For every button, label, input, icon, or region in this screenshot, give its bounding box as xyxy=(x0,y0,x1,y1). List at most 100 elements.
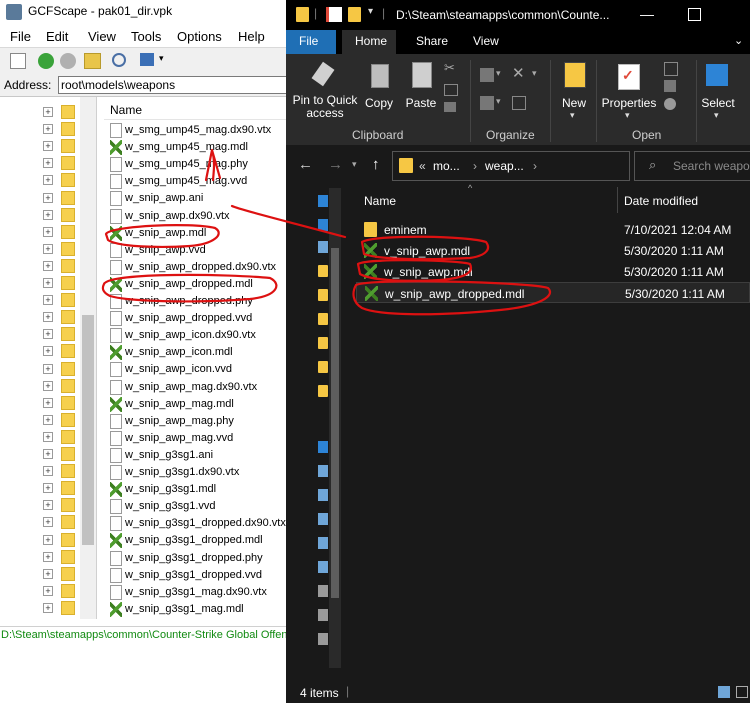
list-item[interactable]: w_snip_awp_mag.dx90.vtx xyxy=(104,379,300,396)
expand-icon[interactable]: + xyxy=(43,397,53,408)
expand-icon[interactable]: + xyxy=(43,568,53,579)
pin-to-quick-access-button[interactable]: Pin to Quick access xyxy=(292,60,358,122)
paste-button[interactable]: Paste xyxy=(402,60,440,122)
properties-check-icon[interactable] xyxy=(326,7,342,22)
details-view-icon[interactable] xyxy=(718,686,730,698)
list-item[interactable]: w_smg_ump45_mag.phy xyxy=(104,156,300,173)
list-item[interactable]: w_snip_awp_dropped.mdl xyxy=(104,276,300,293)
list-item[interactable]: w_snip_g3sg1_mag.mdl xyxy=(104,601,300,618)
expand-ribbon-icon[interactable]: ⌄ xyxy=(734,34,743,47)
column-separator[interactable] xyxy=(617,187,618,213)
pc-item-icon-2[interactable] xyxy=(318,489,328,501)
address-input[interactable]: root\models\weapons xyxy=(58,76,292,94)
list-item[interactable]: w_snip_awp_mag.phy xyxy=(104,413,300,430)
view-mode-icon[interactable] xyxy=(140,53,154,66)
open-icon[interactable] xyxy=(664,62,678,76)
column-header-date-modified[interactable]: Date modified xyxy=(624,194,698,208)
tab-view[interactable]: View xyxy=(473,34,499,48)
menu-help[interactable]: Help xyxy=(238,29,265,44)
expand-icon[interactable]: + xyxy=(43,466,53,477)
expand-icon[interactable]: + xyxy=(43,517,53,528)
breadcrumb-weapons[interactable]: weap... xyxy=(485,159,524,173)
paste-shortcut-icon[interactable] xyxy=(444,102,456,112)
list-item[interactable]: w_snip_awp.mdl 5/30/2020 1:11 AM xyxy=(356,261,750,282)
nav-folder-icon-4[interactable] xyxy=(318,337,328,349)
expand-icon[interactable]: + xyxy=(43,329,53,340)
copy-to-chevron-icon[interactable]: ▾ xyxy=(496,96,501,107)
list-item[interactable]: w_snip_awp_mag.vvd xyxy=(104,430,300,447)
tree-scrollbar-thumb[interactable] xyxy=(82,315,94,545)
quick-access-icon[interactable] xyxy=(318,195,328,207)
expand-icon[interactable]: + xyxy=(43,107,53,117)
list-item[interactable]: w_snip_g3sg1.dx90.vtx xyxy=(104,464,300,481)
list-item[interactable]: w_snip_awp.ani xyxy=(104,190,300,207)
open-file-icon[interactable] xyxy=(10,53,26,69)
list-item[interactable]: v_snip_awp.mdl 5/30/2020 1:11 AM xyxy=(356,240,750,261)
menu-view[interactable]: View xyxy=(88,29,116,44)
drive-icon-3[interactable] xyxy=(318,633,328,645)
expand-icon[interactable]: + xyxy=(43,500,53,511)
list-item[interactable]: w_snip_g3sg1_dropped.vvd xyxy=(104,567,300,584)
nav-folder-icon-1[interactable] xyxy=(318,265,328,277)
pc-item-icon-1[interactable] xyxy=(318,465,328,477)
nav-folder-icon-2[interactable] xyxy=(318,289,328,301)
expand-icon[interactable]: + xyxy=(43,295,53,306)
breadcrumb-overflow[interactable]: « xyxy=(419,159,426,173)
desktop-icon[interactable] xyxy=(318,219,328,231)
address-bar[interactable]: « mo... › weap... › xyxy=(392,151,630,181)
new-folder-button[interactable]: New ▾ xyxy=(556,58,592,124)
back-arrow-icon[interactable]: ← xyxy=(298,156,313,173)
copy-path-icon[interactable] xyxy=(444,84,458,96)
properties-button[interactable]: ✓ Properties ▾ xyxy=(600,58,658,124)
navigation-pane-scrollbar[interactable] xyxy=(329,188,341,668)
this-pc-icon[interactable] xyxy=(318,441,328,453)
list-item[interactable]: w_snip_g3sg1_dropped.dx90.vtx xyxy=(104,515,300,532)
list-item[interactable]: w_snip_g3sg1_mag.dx90.vtx xyxy=(104,584,300,601)
forward-arrow-icon[interactable]: → xyxy=(328,156,343,173)
expand-icon[interactable]: + xyxy=(43,551,53,562)
expand-icon[interactable]: + xyxy=(43,602,53,613)
downloads-icon[interactable] xyxy=(318,241,328,253)
list-item[interactable]: eminem 7/10/2021 12:04 AM xyxy=(356,219,750,240)
list-item[interactable]: w_snip_awp_icon.mdl xyxy=(104,344,300,361)
list-item[interactable]: w_snip_awp_icon.vvd xyxy=(104,361,300,378)
list-item[interactable]: w_snip_awp_dropped.dx90.vtx xyxy=(104,259,300,276)
expand-icon[interactable]: + xyxy=(43,209,53,220)
move-to-chevron-icon[interactable]: ▾ xyxy=(496,68,501,79)
expand-icon[interactable]: + xyxy=(43,380,53,391)
expand-icon[interactable]: + xyxy=(43,141,53,152)
minimize-icon[interactable]: — xyxy=(640,6,654,22)
list-item[interactable]: w_smg_ump45_mag.vvd xyxy=(104,173,300,190)
menu-edit[interactable]: Edit xyxy=(46,29,68,44)
expand-icon[interactable]: + xyxy=(43,312,53,323)
up-folder-icon[interactable] xyxy=(84,53,101,69)
nav-folder-icon-5[interactable] xyxy=(318,361,328,373)
tree-scrollbar[interactable] xyxy=(80,97,96,619)
expand-icon[interactable]: + xyxy=(43,449,53,459)
explorer-title-bar[interactable]: | ▾ | D:\Steam\steamapps\common\Counte..… xyxy=(286,0,750,30)
rename-icon[interactable] xyxy=(512,96,526,110)
expand-icon[interactable]: + xyxy=(43,534,53,545)
nav-folder-icon-3[interactable] xyxy=(318,313,328,325)
navigation-pane-scrollbar-thumb[interactable] xyxy=(331,248,339,598)
list-item[interactable]: w_snip_awp.mdl xyxy=(104,225,300,242)
copy-to-icon[interactable] xyxy=(480,96,494,110)
breadcrumb-models[interactable]: mo... xyxy=(433,159,460,173)
pc-item-icon-3[interactable] xyxy=(318,513,328,525)
list-item[interactable]: w_snip_awp_mag.mdl xyxy=(104,396,300,413)
pc-item-icon-5[interactable] xyxy=(318,561,328,573)
select-button[interactable]: Select ▾ xyxy=(700,58,750,124)
chevron-down-icon[interactable]: ▾ xyxy=(159,53,164,64)
list-item[interactable]: w_smg_ump45_mag.dx90.vtx xyxy=(104,122,300,139)
expand-icon[interactable]: + xyxy=(43,124,53,135)
copy-button[interactable]: Copy xyxy=(362,60,396,122)
expand-icon[interactable]: + xyxy=(43,414,53,425)
move-to-icon[interactable] xyxy=(480,68,494,82)
back-icon[interactable] xyxy=(38,53,54,69)
gcfscape-title-bar[interactable]: GCFScape - pak01_dir.vpk xyxy=(0,0,300,24)
list-item[interactable]: w_snip_awp_icon.dx90.vtx xyxy=(104,327,300,344)
up-arrow-icon[interactable]: ↑ xyxy=(372,156,380,173)
column-header-name[interactable]: Name xyxy=(364,194,396,208)
expand-icon[interactable]: + xyxy=(43,260,53,271)
list-item[interactable]: w_snip_g3sg1.mdl xyxy=(104,481,300,498)
